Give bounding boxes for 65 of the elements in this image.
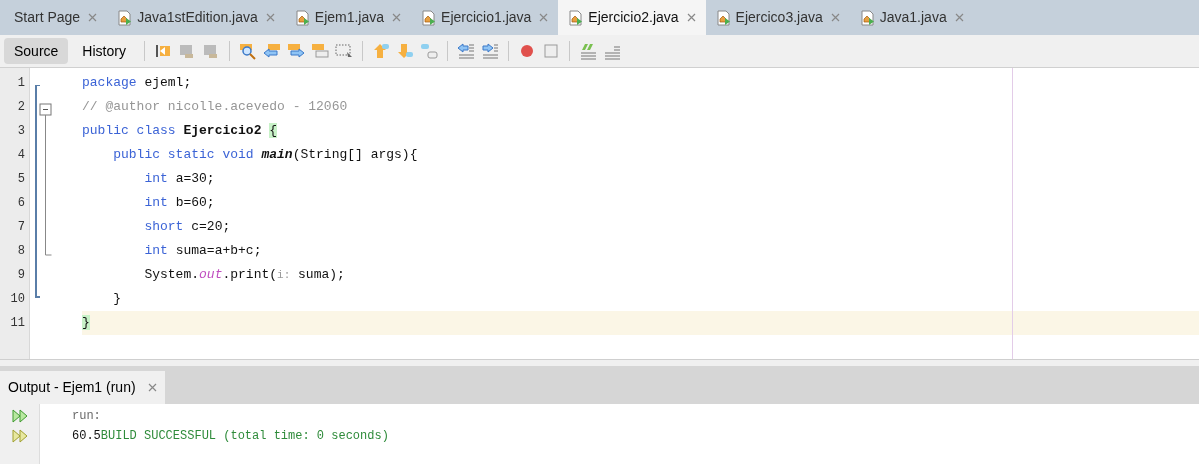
code-line: public static void main(String[] args){ [112,146,418,164]
line-number: 8 [16,243,26,260]
output-line: 60.5BUILD SUCCESSFUL (total time: 0 seconds) [72,429,389,443]
view-tab[interactable]: History [72,38,136,64]
tab-label: Ejercicio2.java [588,8,679,27]
selection-icon[interactable] [333,42,354,60]
rerun-icon[interactable] [11,408,28,424]
close-icon[interactable] [392,13,402,22]
line-number: 6 [16,195,26,212]
search-icon[interactable] [237,42,258,60]
editor-tab[interactable]: Java1stEdition.java [107,0,285,35]
code-line: int b=60; [143,194,215,212]
shift-left-icon[interactable] [455,42,476,60]
tab-label: Start Page [14,8,81,27]
highlight-icon[interactable] [309,42,330,60]
java-file-icon [294,9,311,26]
line-number: 1 [16,75,26,92]
tab-label: Java1.java [879,8,947,27]
tab-label: Ejem1.java [314,8,385,27]
tab-label: Java1stEdition.java [137,8,258,27]
editor-tab[interactable]: Ejercicio1.java [411,0,559,35]
rerun-icon[interactable] [11,428,28,444]
view-tab[interactable]: Source [4,38,69,64]
code-line: int suma=a+b+c; [143,242,262,260]
code-line: System.out.print(i: suma); [143,266,345,284]
line-number: 2 [16,99,26,116]
java-file-icon [117,9,134,26]
shapes-icon[interactable] [418,42,439,60]
tab-label: Ejercico3.java [735,8,823,27]
java-file-icon [421,9,438,26]
editor-tab[interactable]: Start Page [4,0,108,35]
close-icon[interactable] [830,13,840,22]
close-icon[interactable] [539,13,549,22]
find-next-icon[interactable] [285,42,306,60]
line-number: 3 [16,123,26,140]
line-number: 10 [9,291,26,308]
editor-tab[interactable]: Ejercico3.java [705,0,850,35]
editor-tab[interactable]: Ejercicio2.java [558,0,706,35]
output-line: run: [72,409,101,423]
line-number: 5 [16,171,26,188]
code-line: int a=30; [143,170,215,188]
line-number: 11 [9,315,26,332]
code-line: public class Ejercicio2 { [82,122,278,140]
tab-label: Output - Ejem1 (run) [8,378,136,397]
tab-label: Ejercicio1.java [441,8,532,27]
code-line: short c=20; [143,218,231,236]
close-icon[interactable] [954,13,964,22]
line-number: 9 [16,267,26,284]
code-line: } [112,290,121,308]
java-file-icon [568,9,585,26]
code-line: package ejeml; [82,74,192,92]
close-icon[interactable] [147,383,157,392]
close-icon[interactable] [265,13,275,22]
close-icon[interactable] [686,13,696,22]
java-file-icon [859,9,876,26]
shift-right-icon[interactable] [479,42,500,60]
output-tab[interactable]: Output - Ejem1 (run) [0,371,165,404]
editor-tab[interactable]: Ejem1.java [284,0,412,35]
java-file-icon [715,9,732,26]
code-line: // @author nicolle.acevedo - 12060 [82,98,348,116]
editor-tab[interactable]: Java1.java [849,0,974,35]
find-previous-icon[interactable] [261,42,282,60]
line-number: 7 [16,219,26,236]
close-icon[interactable] [88,13,98,22]
line-number: 4 [16,147,26,164]
